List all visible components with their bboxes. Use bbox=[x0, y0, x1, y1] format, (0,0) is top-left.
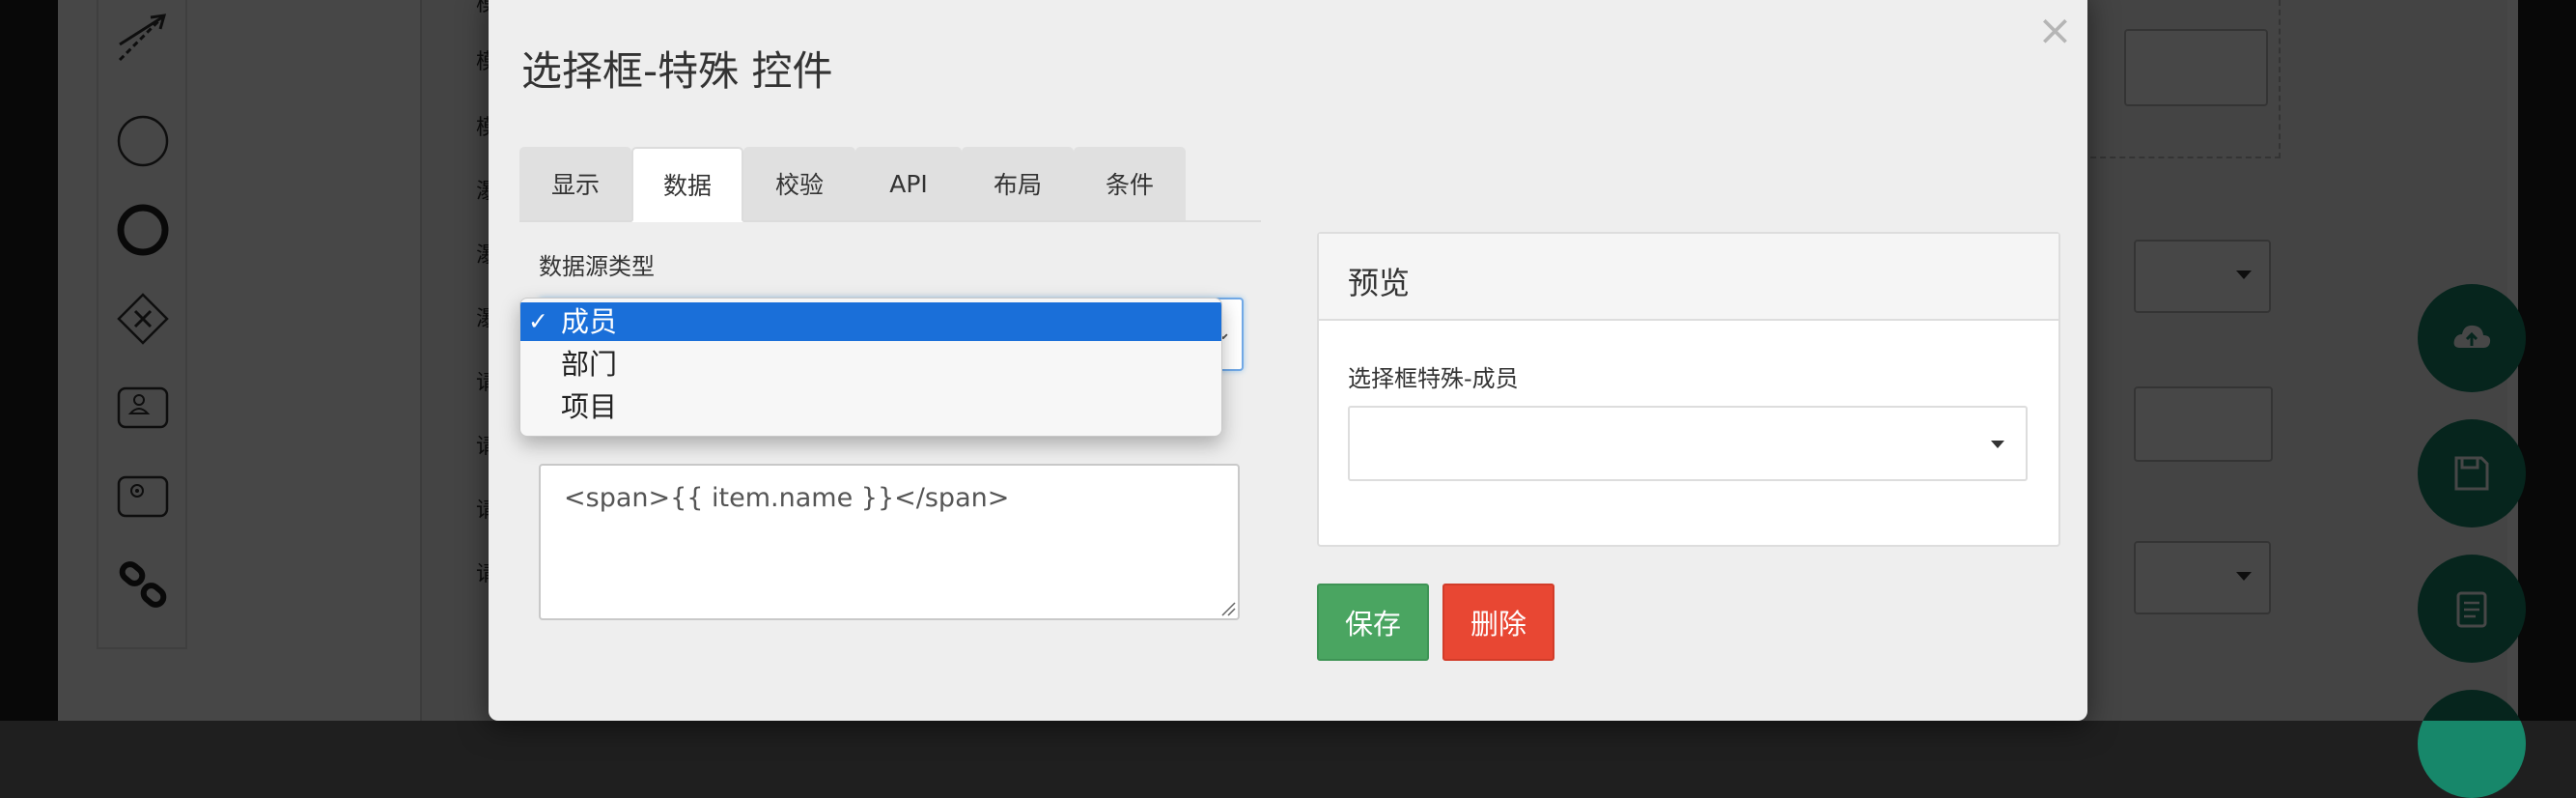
preview-field-label: 选择框特殊-成员 bbox=[1348, 365, 1519, 392]
tab-api[interactable]: API bbox=[855, 147, 962, 220]
preview-header: 预览 bbox=[1319, 234, 2058, 321]
settings-tabs: 显示 数据 校验 API 布局 条件 bbox=[519, 147, 1261, 222]
tab-validation[interactable]: 校验 bbox=[743, 147, 855, 220]
data-source-type-label: 数据源类型 bbox=[539, 253, 655, 280]
tab-conditional[interactable]: 条件 bbox=[1074, 147, 1186, 220]
modal-title: 选择框-特殊 控件 bbox=[521, 47, 833, 95]
component-settings-modal: 选择框-特殊 控件 × 显示 数据 校验 API 布局 条件 数据源类型 ⌄ <… bbox=[489, 0, 2087, 721]
tab-display[interactable]: 显示 bbox=[519, 147, 631, 220]
tab-data[interactable]: 数据 bbox=[631, 147, 743, 222]
checkmark-icon: ✓ bbox=[528, 307, 548, 335]
option-label: 项目 bbox=[561, 390, 618, 423]
dropdown-option-member[interactable]: ✓ 成员 bbox=[520, 302, 1221, 341]
caret-down-icon bbox=[1991, 441, 2004, 448]
save-button[interactable]: 保存 bbox=[1317, 584, 1429, 661]
dropdown-option-project[interactable]: 项目 bbox=[520, 387, 1221, 426]
option-label: 成员 bbox=[561, 305, 618, 338]
close-icon[interactable]: × bbox=[2037, 10, 2073, 52]
preview-panel: 预览 选择框特殊-成员 bbox=[1317, 232, 2060, 547]
resize-grip-icon[interactable] bbox=[1220, 601, 1236, 616]
preview-title: 预览 bbox=[1348, 265, 1411, 301]
delete-button[interactable]: 删除 bbox=[1442, 584, 1554, 661]
preview-select[interactable] bbox=[1348, 406, 2028, 481]
dropdown-option-department[interactable]: 部门 bbox=[520, 345, 1221, 384]
data-source-dropdown-menu: ✓ 成员 部门 项目 bbox=[519, 298, 1222, 437]
tab-layout[interactable]: 布局 bbox=[962, 147, 1074, 220]
option-label: 部门 bbox=[561, 348, 618, 381]
item-template-textarea[interactable]: <span>{{ item.name }}</span> bbox=[539, 464, 1240, 620]
